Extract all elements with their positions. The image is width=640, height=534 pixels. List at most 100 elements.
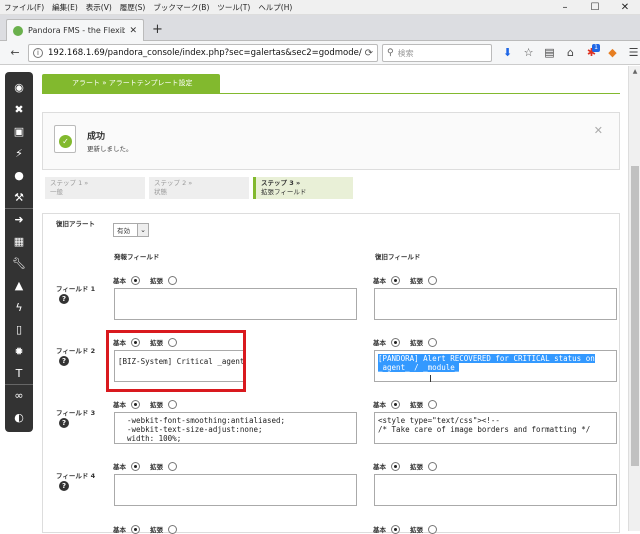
basic-radio[interactable] [131,461,140,471]
field-3-fired-textarea[interactable]: -webkit-font-smoothing:antialiased; -web… [114,412,357,444]
basic-radio[interactable] [131,524,140,534]
menu-edit[interactable]: 編集(E) [48,2,82,13]
step-3[interactable]: ステップ 3 » 拡張フィールド [253,177,353,199]
field-1-fired-textarea[interactable] [114,288,357,320]
users-icon[interactable]: ● [5,164,33,186]
field-4-recovery-mode: 基本 拡張 [373,461,447,471]
address-bar[interactable]: i 192.168.1.69/pandora_console/index.php… [28,44,378,62]
reports-icon[interactable]: ▣ [5,120,33,142]
tools-icon[interactable]: ✖ [5,98,33,120]
search-box[interactable]: ⚲ 検索 [382,44,492,62]
close-message-icon[interactable]: ✕ [594,124,603,137]
chevron-down-icon[interactable]: ⌄ [137,224,148,236]
events-icon[interactable]: ⚡ [5,142,33,164]
advanced-radio[interactable] [168,275,177,285]
bookmark-star-icon[interactable]: ☆ [519,44,538,62]
field-3-recovery-textarea[interactable]: <style type="text/css"><!-- /* Take care… [374,412,617,444]
alert-templates-icon[interactable]: ϟ [5,296,33,318]
basic-radio[interactable] [391,524,400,534]
pandora-icon[interactable]: ◐ [5,406,33,428]
monitoring-icon[interactable]: ◉ [5,76,33,98]
advanced-label: 拡張 [150,277,163,285]
advanced-radio[interactable] [168,524,177,534]
basic-radio[interactable] [391,337,400,347]
settings-icon[interactable]: ✹ [5,340,33,362]
help-icon[interactable]: ? [59,418,69,428]
scroll-up-icon[interactable]: ▲ [629,66,640,78]
basic-label: 基本 [373,401,386,409]
advanced-radio[interactable] [428,461,437,471]
maximize-icon[interactable]: ☐ [580,0,610,15]
browser-tab[interactable]: Pandora FMS - the Flexible M ✕ [6,19,144,41]
advanced-label: 拡張 [410,401,423,409]
wrench-icon[interactable]: 🔧︎ [5,252,33,274]
field-1-recovery-textarea[interactable] [374,288,617,320]
success-text: 更新しました。 [87,145,133,153]
basic-radio[interactable] [391,461,400,471]
agents-icon[interactable]: ▦ [5,230,33,252]
extension-icon[interactable]: ✱ 1 [582,44,601,62]
advanced-radio[interactable] [428,337,437,347]
download-icon[interactable]: ⬇ [498,44,517,62]
menu-tools[interactable]: ツール(T) [213,2,254,13]
field-2-recovery-textarea[interactable]: [PANDORA] Alert RECOVERED for CRITICAL s… [374,350,617,382]
sync-icon[interactable]: ◆ [603,44,622,62]
help-icon[interactable]: ? [59,294,69,304]
breadcrumb-underline [42,93,620,94]
basic-label: 基本 [113,401,126,409]
success-document-icon: ✓ [54,125,76,153]
advanced-label: 拡張 [410,526,423,534]
alerts-icon[interactable]: ▲ [5,274,33,296]
close-window-icon[interactable]: ✕ [610,0,640,15]
step-1-label: ステップ 1 » [50,179,89,187]
menu-help[interactable]: ヘルプ(H) [254,2,296,13]
menu-bar: ファイル(F) 編集(E) 表示(V) 履歴(S) ブックマーク(B) ツール(… [0,0,640,15]
step-3-sub: 拡張フィールド [261,188,307,196]
fired-fields-header: 発報フィールド [114,253,160,261]
scroll-thumb[interactable] [631,166,639,466]
login-icon[interactable]: ➜ [5,208,33,230]
field-2-label: フィールド 2? [56,347,96,366]
advanced-radio[interactable] [428,275,437,285]
basic-radio[interactable] [131,275,140,285]
info-icon[interactable]: i [33,48,43,58]
servers-icon[interactable]: ⚒ [5,186,33,208]
reload-icon[interactable]: ⟳ [365,48,373,59]
close-tab-icon[interactable]: ✕ [129,26,137,36]
advanced-radio[interactable] [428,399,437,409]
field-5-fired-mode: 基本 拡張 [113,524,187,534]
tuning-icon[interactable]: T [5,362,33,384]
back-icon[interactable]: ← [6,46,24,59]
new-tab-icon[interactable]: + [152,22,163,37]
advanced-label: 拡張 [150,526,163,534]
field-4-recovery-textarea[interactable] [374,474,617,506]
basic-label: 基本 [113,463,126,471]
library-icon[interactable]: ▤ [540,44,559,62]
step-1-sub: 一般 [50,188,63,196]
advanced-radio[interactable] [428,524,437,534]
home-icon[interactable]: ⌂ [561,44,580,62]
hamburger-menu-icon[interactable]: ☰ [624,44,640,62]
menu-history[interactable]: 履歴(S) [116,2,150,13]
help-icon[interactable]: ? [59,356,69,366]
menu-bookmarks[interactable]: ブックマーク(B) [149,2,213,13]
advanced-radio[interactable] [168,399,177,409]
menu-file[interactable]: ファイル(F) [0,2,48,13]
mobile-icon[interactable]: ▯ [5,318,33,340]
help-icon[interactable]: ? [59,481,69,491]
page-scrollbar[interactable]: ▲ [628,66,640,531]
basic-radio[interactable] [391,275,400,285]
basic-radio[interactable] [131,399,140,409]
basic-label: 基本 [373,339,386,347]
highlight-annotation-box [106,330,246,392]
favicon-icon [13,25,23,36]
minimize-icon[interactable]: – [550,0,580,15]
links-icon[interactable]: ∞ [5,384,33,406]
step-2[interactable]: ステップ 2 » 状態 [149,177,249,199]
menu-view[interactable]: 表示(V) [82,2,116,13]
basic-radio[interactable] [391,399,400,409]
step-1[interactable]: ステップ 1 » 一般 [45,177,145,199]
field-4-fired-textarea[interactable] [114,474,357,506]
recovery-alert-select[interactable]: 有効 ⌄ [113,223,149,237]
advanced-radio[interactable] [168,461,177,471]
